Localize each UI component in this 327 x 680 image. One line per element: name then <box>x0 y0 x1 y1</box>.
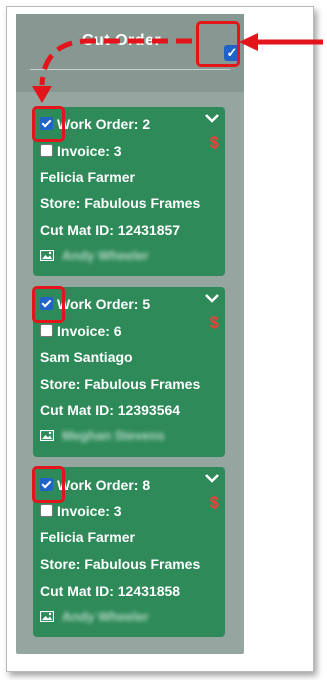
work-order-label: Work Order: 2 <box>57 116 151 132</box>
work-order-label: Work Order: 8 <box>57 477 151 493</box>
assignee-name: Meghan Stevens <box>62 428 165 443</box>
customer-name: Felicia Farmer <box>40 169 135 185</box>
store-name: Store: Fabulous Frames <box>40 556 201 572</box>
customer-name: Felicia Farmer <box>40 529 135 545</box>
invoice-row: Invoice: 3 <box>40 143 122 159</box>
image-icon <box>40 430 54 441</box>
card-checkbox-highlight <box>32 106 65 142</box>
chevron-down-icon[interactable] <box>205 293 219 303</box>
card-checkbox-highlight <box>32 286 65 323</box>
assignee-name: Andy Wheeler <box>62 248 149 263</box>
customer-name: Sam Santiago <box>40 349 133 365</box>
chevron-down-icon[interactable] <box>205 473 219 483</box>
invoice-label: Invoice: 3 <box>57 143 122 159</box>
image-icon <box>40 611 54 622</box>
dollar-icon[interactable]: $ <box>210 313 219 333</box>
store-name: Store: Fabulous Frames <box>40 376 201 392</box>
select-all-highlight <box>196 21 240 67</box>
cut-mat-id: Cut Mat ID: 12393564 <box>40 402 181 418</box>
work-order-label: Work Order: 5 <box>57 296 151 312</box>
cut-mat-id: Cut Mat ID: 12431858 <box>40 583 181 599</box>
card-checkbox-highlight <box>32 466 65 503</box>
chevron-down-icon[interactable] <box>205 113 219 123</box>
image-icon <box>40 250 54 261</box>
invoice-label: Invoice: 6 <box>57 323 122 339</box>
invoice-row: Invoice: 6 <box>40 323 122 339</box>
dollar-icon[interactable]: $ <box>210 493 219 513</box>
page-title: Cut Order <box>82 32 162 49</box>
invoice-checkbox[interactable] <box>40 324 53 337</box>
invoice-checkbox[interactable] <box>40 504 53 517</box>
dollar-icon[interactable]: $ <box>210 133 219 153</box>
invoice-checkbox[interactable] <box>40 144 53 157</box>
store-name: Store: Fabulous Frames <box>40 195 201 211</box>
invoice-label: Invoice: 3 <box>57 503 122 519</box>
assignee-name: Andy Wheeler <box>62 609 149 624</box>
invoice-row: Invoice: 3 <box>40 503 122 519</box>
cut-mat-id: Cut Mat ID: 12431857 <box>40 222 181 238</box>
header-divider <box>30 69 230 70</box>
